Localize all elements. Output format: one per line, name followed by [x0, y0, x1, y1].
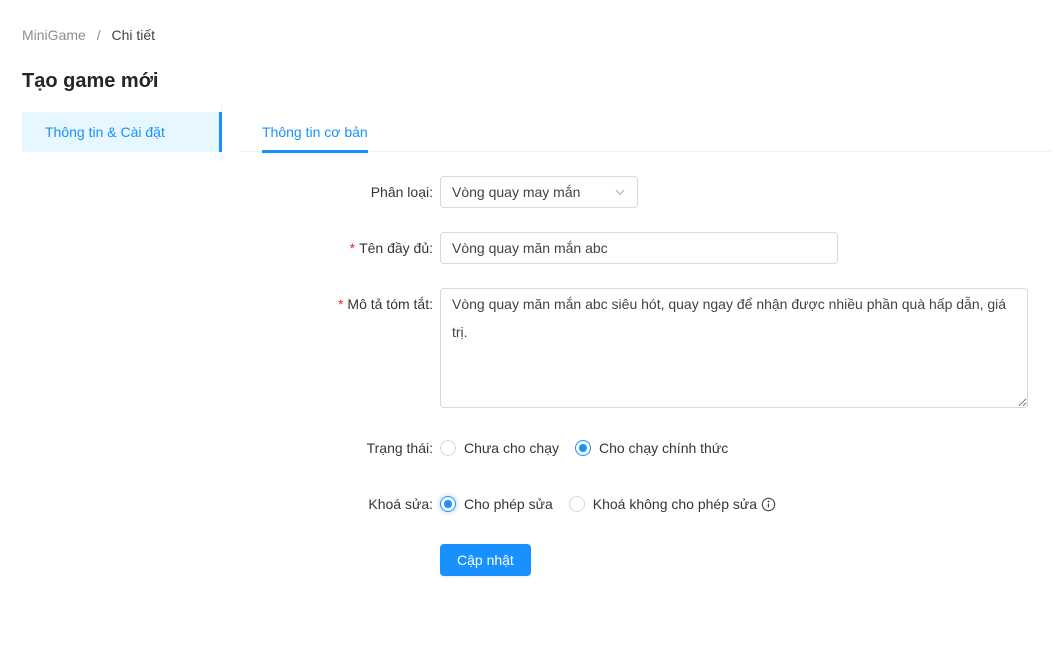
status-label-text: Trạng thái:	[367, 440, 433, 456]
create-game-page: MiniGame / Chi tiết Tạo game mới Thông t…	[0, 25, 1059, 576]
side-tab-label: Thông tin & Cài đặt	[45, 124, 165, 140]
lock-edit-label-text: Khoá sửa:	[368, 496, 433, 512]
update-button[interactable]: Cập nhật	[440, 544, 531, 576]
category-label: Phân loại:	[0, 176, 433, 208]
radio-unchecked-icon	[440, 440, 456, 456]
full-name-label: *Tên đầy đủ:	[0, 232, 433, 264]
radio-checked-icon	[575, 440, 591, 456]
breadcrumb: MiniGame / Chi tiết	[22, 25, 1059, 45]
status-label: Trạng thái:	[0, 432, 433, 464]
radio-lock-no-edit-label: Khoá không cho phép sửa	[593, 496, 757, 512]
radio-allow-edit[interactable]: Cho phép sửa	[440, 496, 553, 512]
lock-edit-label: Khoá sửa:	[0, 488, 433, 520]
radio-lock-no-edit[interactable]: Khoá không cho phép sửa	[569, 496, 776, 512]
submit-row: Cập nhật	[0, 544, 1059, 576]
form-row-description: *Mô tả tóm tắt: Vòng quay măn mắn abc si…	[0, 288, 1059, 408]
game-form: Phân loại: Vòng quay may mắn *Tên đầy đủ…	[0, 176, 1059, 576]
category-label-text: Phân loại:	[371, 184, 433, 200]
description-control: Vòng quay măn mắn abc siêu hót, quay nga…	[440, 288, 1028, 408]
full-name-label-text: Tên đầy đủ:	[359, 240, 433, 256]
radio-not-running[interactable]: Chưa cho chạy	[440, 440, 559, 456]
description-textarea[interactable]: Vòng quay măn mắn abc siêu hót, quay nga…	[440, 288, 1028, 408]
required-mark: *	[338, 296, 343, 312]
description-label: *Mô tả tóm tắt:	[0, 288, 433, 320]
radio-not-running-label: Chưa cho chạy	[464, 440, 559, 456]
info-circle-icon[interactable]	[761, 497, 776, 512]
lock-edit-radio-group: Cho phép sửa Khoá không cho phép sửa	[440, 488, 792, 520]
tabs-bar: Thông tin & Cài đặt Thông tin cơ bản	[0, 112, 1059, 152]
radio-checked-icon	[440, 496, 456, 512]
full-name-input[interactable]	[440, 232, 838, 264]
radio-allow-edit-label: Cho phép sửa	[464, 496, 553, 512]
description-label-text: Mô tả tóm tắt:	[347, 296, 433, 312]
breadcrumb-item-minigame[interactable]: MiniGame	[22, 27, 86, 43]
breadcrumb-item-detail: Chi tiết	[111, 27, 155, 43]
category-control: Vòng quay may mắn	[440, 176, 638, 208]
radio-run-official-label: Cho chạy chính thức	[599, 440, 728, 456]
page-title: Tạo game mới	[22, 70, 1059, 93]
form-row-status: Trạng thái: Chưa cho chạy Cho chạy chính…	[0, 432, 1059, 464]
required-mark: *	[350, 240, 355, 256]
chevron-down-icon	[614, 186, 626, 198]
category-select-value: Vòng quay may mắn	[452, 184, 580, 200]
tab-basic-info[interactable]: Thông tin cơ bản	[262, 112, 368, 152]
top-tabs-bar: Thông tin cơ bản	[240, 112, 1051, 152]
status-radio-group: Chưa cho chạy Cho chạy chính thức	[440, 432, 744, 464]
tab-basic-info-label: Thông tin cơ bản	[262, 124, 368, 140]
side-tab-info-settings[interactable]: Thông tin & Cài đặt	[22, 112, 222, 152]
form-row-full-name: *Tên đầy đủ:	[0, 232, 1059, 264]
category-select[interactable]: Vòng quay may mắn	[440, 176, 638, 208]
radio-unchecked-icon	[569, 496, 585, 512]
breadcrumb-separator: /	[97, 27, 101, 43]
full-name-control	[440, 232, 838, 264]
form-row-lock-edit: Khoá sửa: Cho phép sửa Khoá không cho ph…	[0, 488, 1059, 520]
form-row-category: Phân loại: Vòng quay may mắn	[0, 176, 1059, 208]
radio-run-official[interactable]: Cho chạy chính thức	[575, 440, 728, 456]
